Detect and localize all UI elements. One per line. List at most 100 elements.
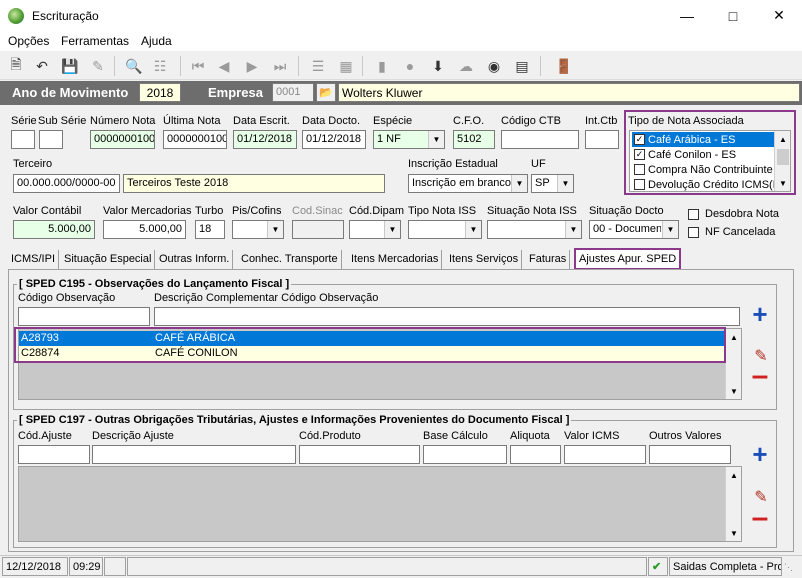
- database-icon[interactable]: ▤: [512, 56, 532, 76]
- tag-icon[interactable]: ●: [400, 56, 420, 76]
- scroll-down-icon[interactable]: ▼: [726, 525, 742, 541]
- tipo-nota-scrollbar[interactable]: ▲ ▼: [774, 131, 790, 191]
- scroll-up-icon[interactable]: ▲: [775, 131, 791, 147]
- desdobra-nota-checkbox[interactable]: [688, 209, 699, 220]
- resize-grip-icon[interactable]: ⋱: [784, 562, 798, 576]
- menu-ferramentas[interactable]: Ferramentas: [61, 34, 129, 48]
- cib-icon[interactable]: ◉: [484, 56, 504, 76]
- close-icon[interactable]: ✕: [756, 0, 802, 31]
- download-icon[interactable]: ⬇: [428, 56, 448, 76]
- menu-ajuda[interactable]: Ajuda: [141, 34, 172, 48]
- list-icon[interactable]: ☰: [308, 56, 328, 76]
- cod-sinac-label: Cod.Sinac: [292, 205, 343, 217]
- tab-itens-servicos[interactable]: Itens Serviços: [446, 250, 523, 269]
- valor-mercadorias-field[interactable]: 5.000,00: [103, 220, 186, 239]
- add-ajuste-button[interactable]: +: [749, 441, 771, 467]
- especie-dropdown[interactable]: 1 NF ▼: [373, 130, 445, 149]
- codigo-ctb-field[interactable]: [501, 130, 579, 149]
- tab-situacao-especial[interactable]: Situação Especial: [61, 250, 156, 269]
- checkbox-checked[interactable]: ✓: [634, 134, 645, 145]
- tipo-nota-listbox[interactable]: ✓ Café Arábica - ES ✓ Café Conilon - ES Co…: [629, 130, 791, 192]
- first-record-icon[interactable]: ⏮: [188, 56, 208, 76]
- undo-icon[interactable]: ↶: [32, 56, 52, 76]
- checkbox[interactable]: [634, 164, 645, 175]
- folder-open-icon[interactable]: 📂: [316, 83, 336, 102]
- int-ctb-field[interactable]: [585, 130, 619, 149]
- scroll-thumb[interactable]: [777, 149, 789, 165]
- status-time: 09:29: [69, 557, 103, 576]
- inscricao-estadual-dropdown[interactable]: Inscrição em branco ▼: [408, 174, 528, 193]
- uf-dropdown[interactable]: SP ▼: [531, 174, 574, 193]
- numero-nota-field[interactable]: 0000000100: [90, 130, 155, 149]
- exit-icon[interactable]: 🚪: [554, 56, 574, 76]
- previous-record-icon[interactable]: ◀: [214, 56, 234, 76]
- c195-col-descricao: Descrição Complementar Código Observação: [154, 292, 379, 304]
- tab-conhec-transporte[interactable]: Conhec. Transporte: [238, 250, 342, 269]
- tab-itens-mercadorias[interactable]: Itens Mercadorias: [348, 250, 443, 269]
- chevron-down-icon: ▼: [662, 221, 678, 238]
- scroll-down-icon[interactable]: ▼: [726, 383, 742, 399]
- descricao-complementar-input[interactable]: [154, 307, 740, 326]
- calculator-icon[interactable]: ▦: [336, 56, 356, 76]
- tab-outras-inform[interactable]: Outras Inform.: [156, 250, 234, 269]
- tab-icms-ipi[interactable]: ICMS/IPI: [8, 250, 60, 269]
- cod-produto-input[interactable]: [299, 445, 420, 464]
- data-docto-field[interactable]: 01/12/2018: [302, 130, 366, 149]
- descricao-ajuste-input[interactable]: [92, 445, 296, 464]
- remove-observacao-button[interactable]: –: [749, 361, 771, 391]
- scroll-up-icon[interactable]: ▲: [726, 467, 742, 483]
- list-item[interactable]: ✓ Café Conilon - ES: [632, 147, 774, 162]
- serie-field[interactable]: [11, 130, 35, 149]
- situacao-nota-iss-dropdown[interactable]: ▼: [487, 220, 582, 239]
- checkbox-checked[interactable]: ✓: [634, 149, 645, 160]
- c195-scrollbar[interactable]: ▲ ▼: [725, 329, 741, 399]
- chevron-down-icon: ▼: [384, 221, 400, 238]
- turbo-field[interactable]: 18: [195, 220, 225, 239]
- aliquota-input[interactable]: [510, 445, 561, 464]
- c197-col-cod-produto: Cód.Produto: [299, 430, 361, 442]
- data-escrit-field[interactable]: 01/12/2018: [233, 130, 297, 149]
- checkbox[interactable]: [634, 179, 645, 190]
- new-document-icon[interactable]: 🗎: [6, 56, 26, 76]
- empresa-code-field[interactable]: 0001: [272, 83, 314, 102]
- sub-serie-field[interactable]: [39, 130, 63, 149]
- valor-icms-input[interactable]: [564, 445, 646, 464]
- cfo-field[interactable]: 5102: [453, 130, 495, 149]
- document-icon[interactable]: ▮: [372, 56, 392, 76]
- list-item[interactable]: ✓ Café Arábica - ES: [632, 132, 774, 147]
- nfe-icon[interactable]: ☷: [150, 56, 170, 76]
- save-icon[interactable]: 💾: [60, 56, 80, 76]
- next-record-icon[interactable]: ▶: [242, 56, 262, 76]
- codigo-observacao-input[interactable]: [18, 307, 150, 326]
- terceiro-code-field[interactable]: 00.000.000/0000-00: [13, 174, 120, 193]
- nf-cancelada-checkbox[interactable]: [688, 227, 699, 238]
- delete-icon[interactable]: ✎: [88, 56, 108, 76]
- pis-cofins-dropdown[interactable]: ▼: [232, 220, 284, 239]
- cod-dipam-dropdown[interactable]: ▼: [349, 220, 401, 239]
- ultima-nota-field[interactable]: 0000000100: [163, 130, 227, 149]
- tipo-nota-iss-dropdown[interactable]: ▼: [408, 220, 482, 239]
- cod-ajuste-input[interactable]: [18, 445, 90, 464]
- base-calculo-input[interactable]: [423, 445, 507, 464]
- list-item[interactable]: Devolução Crédito ICMS(E: [632, 177, 780, 192]
- tab-ajustes-apur-sped[interactable]: Ajustes Apur. SPED: [574, 248, 682, 270]
- cloud-icon[interactable]: ☁: [456, 56, 476, 76]
- remove-ajuste-button[interactable]: –: [749, 503, 771, 533]
- minimize-icon[interactable]: —: [664, 0, 710, 31]
- c197-scrollbar[interactable]: ▲ ▼: [725, 467, 741, 541]
- last-record-icon[interactable]: ⏭: [270, 56, 290, 76]
- menu-opcoes[interactable]: Opções: [8, 34, 49, 48]
- add-observacao-button[interactable]: +: [749, 301, 771, 327]
- list-item[interactable]: Compra Não Contribuinte: [632, 162, 774, 177]
- situacao-docto-dropdown[interactable]: 00 - Documen ▼: [589, 220, 679, 239]
- tab-faturas[interactable]: Faturas: [526, 250, 571, 269]
- maximize-icon[interactable]: □: [710, 0, 756, 31]
- scroll-down-icon[interactable]: ▼: [775, 175, 791, 191]
- preview-icon[interactable]: 🔍: [124, 56, 144, 76]
- scroll-up-icon[interactable]: ▲: [726, 329, 742, 345]
- chevron-down-icon: ▼: [428, 131, 444, 148]
- valor-contabil-field[interactable]: 5.000,00: [13, 220, 95, 239]
- ano-movimento-field[interactable]: 2018: [139, 83, 181, 102]
- c197-col-aliquota: Aliquota: [510, 430, 550, 442]
- outros-valores-input[interactable]: [649, 445, 731, 464]
